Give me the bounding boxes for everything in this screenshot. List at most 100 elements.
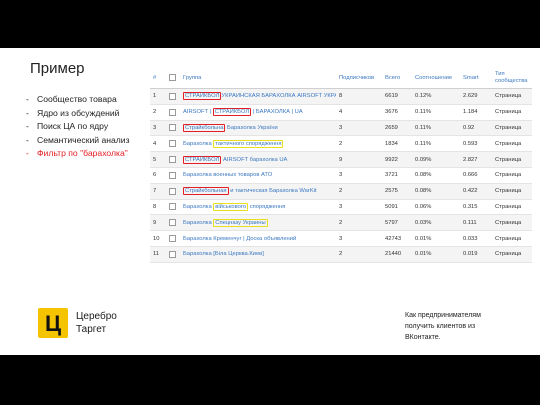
col-header-number[interactable]: # bbox=[150, 68, 166, 89]
cell-group[interactable]: СТРАЙКБОЛ AIRSOFT барахолка UA bbox=[180, 151, 336, 168]
table-row[interactable]: 10 Барахолка Кременчуг | Доска объявлений… bbox=[150, 230, 532, 247]
col-header-group[interactable]: Группа bbox=[180, 68, 336, 89]
col-header-total[interactable]: Всего bbox=[382, 68, 412, 89]
cell-select[interactable] bbox=[166, 246, 180, 263]
cell-number: 11 bbox=[150, 246, 166, 263]
table-row[interactable]: 5 СТРАЙКБОЛ AIRSOFT барахолка UA 9 9922 0.09… bbox=[150, 151, 532, 168]
cell-smart: 0.593 bbox=[460, 135, 492, 153]
cell-type: Страница bbox=[492, 167, 532, 184]
table-row[interactable]: 6 Барахолка военных товаров АТО 3 3721 0.08%… bbox=[150, 167, 532, 184]
cell-subscribers: 2 bbox=[336, 214, 382, 232]
table-row[interactable]: 2 AIRSOFT | СТРАЙКБОЛ | БАРАХОЛКА | UA 4 36… bbox=[150, 104, 532, 121]
col-header-select[interactable] bbox=[166, 68, 180, 89]
bullet-text: Ядро из обсуждений bbox=[37, 107, 120, 118]
cell-number: 5 bbox=[150, 151, 166, 168]
cell-select[interactable] bbox=[166, 214, 180, 232]
cell-total: 1834 bbox=[382, 135, 412, 153]
bullet-text: Семантический анализ bbox=[37, 134, 130, 145]
table-row[interactable]: 9 Барахолка Спецназу Украины 2 5797 0.03% 0.1… bbox=[150, 214, 532, 232]
cell-group[interactable]: Барахолка Кременчуг | Доска объявлений bbox=[180, 230, 336, 247]
cell-select[interactable] bbox=[166, 104, 180, 121]
cell-select[interactable] bbox=[166, 135, 180, 153]
cell-select[interactable] bbox=[166, 167, 180, 184]
bullet-dash: - bbox=[26, 94, 29, 104]
cell-type: Страница bbox=[492, 120, 532, 137]
cell-smart: 1.184 bbox=[460, 104, 492, 121]
cell-type: Страница bbox=[492, 183, 532, 200]
bullet-item: - Ядро из обсуждений bbox=[26, 107, 130, 121]
cell-group[interactable]: Барахолка Спецназу Украины bbox=[180, 214, 336, 232]
table-row[interactable]: 11 Барахолка [Біла Церква.Киев] 2 21440 0.01… bbox=[150, 246, 532, 263]
row-checkbox[interactable] bbox=[169, 156, 176, 164]
cell-group[interactable]: Барахолка тактичного спорядження bbox=[180, 135, 336, 153]
cell-select[interactable] bbox=[166, 88, 180, 105]
table-row[interactable]: 8 Барахолка військового спорядження 3 5091 0… bbox=[150, 199, 532, 216]
group-name-text: Барахолка [Біла Церква.Киев] bbox=[183, 251, 264, 258]
select-all-checkbox[interactable] bbox=[169, 73, 176, 81]
cell-total: 2575 bbox=[382, 183, 412, 200]
keyword-highlight: військового bbox=[213, 202, 249, 211]
cell-type: Страница bbox=[492, 230, 532, 247]
col-header-ratio[interactable]: Соотношение bbox=[412, 68, 460, 89]
row-checkbox[interactable] bbox=[169, 250, 176, 258]
cell-select[interactable] bbox=[166, 230, 180, 247]
col-header-subscribers[interactable]: Подписчиков bbox=[336, 68, 382, 89]
cell-group[interactable]: Страйкбольна Барахолка України bbox=[180, 120, 336, 137]
row-checkbox[interactable] bbox=[169, 235, 176, 243]
col-header-smart[interactable]: Smart bbox=[460, 68, 492, 89]
cell-smart: 2.827 bbox=[460, 151, 492, 168]
row-checkbox[interactable] bbox=[169, 124, 176, 132]
cell-select[interactable] bbox=[166, 199, 180, 216]
row-checkbox[interactable] bbox=[169, 219, 176, 227]
cell-group[interactable]: Барахолка военных товаров АТО bbox=[180, 167, 336, 184]
row-checkbox[interactable] bbox=[169, 140, 176, 148]
row-checkbox[interactable] bbox=[169, 187, 176, 195]
note-line: получить клиентов из bbox=[405, 323, 476, 330]
cell-subscribers: 2 bbox=[336, 183, 382, 200]
bullet-dash: - bbox=[26, 148, 29, 159]
cell-number: 1 bbox=[150, 88, 166, 105]
table-row[interactable]: 3 Страйкбольна Барахолка України 3 2659 0.11… bbox=[150, 120, 532, 137]
cell-ratio: 0.11% bbox=[412, 104, 460, 121]
table-row[interactable]: 1 СТРАЙКБОЛ УКРАИНСКАЯ БАРАХОЛКА AIRSOFT У… bbox=[150, 88, 532, 105]
cell-group[interactable]: Страйкбольная и тактическая Барахолка Wa… bbox=[180, 183, 336, 200]
cell-group[interactable]: AIRSOFT | СТРАЙКБОЛ | БАРАХОЛКА | UA bbox=[180, 104, 336, 121]
group-name-text: Барахолка України bbox=[225, 124, 278, 131]
cell-subscribers: 9 bbox=[336, 151, 382, 168]
cell-number: 2 bbox=[150, 104, 166, 121]
cell-select[interactable] bbox=[166, 183, 180, 200]
row-checkbox[interactable] bbox=[169, 203, 176, 211]
keyword-highlight: СТРАЙКБОЛ bbox=[212, 108, 252, 117]
cell-ratio: 0.08% bbox=[412, 167, 460, 184]
keyword-highlight: Спецназу Украины bbox=[213, 218, 268, 227]
cell-select[interactable] bbox=[166, 151, 180, 168]
page-title: Пример bbox=[30, 60, 85, 77]
table-row[interactable]: 7 Страйкбольная и тактическая Барахолка W… bbox=[150, 183, 532, 200]
bullet-text: Поиск ЦА по ядру bbox=[37, 121, 109, 132]
col-header-type[interactable]: Тип сообщества bbox=[492, 68, 532, 89]
keyword-highlight: СТРАЙКБОЛ bbox=[183, 155, 222, 164]
bullet-dash: - bbox=[26, 121, 29, 132]
row-checkbox[interactable] bbox=[169, 108, 176, 116]
keyword-highlight: тактичного спорядження bbox=[213, 139, 284, 148]
cell-number: 8 bbox=[150, 199, 166, 216]
cell-smart: 0.033 bbox=[460, 230, 492, 247]
cell-subscribers: 3 bbox=[336, 230, 382, 247]
cell-group[interactable]: Барахолка [Біла Церква.Киев] bbox=[180, 246, 336, 263]
cell-smart: 2.629 bbox=[460, 88, 492, 105]
keyword-highlight: СТРАЙКБОЛ bbox=[183, 92, 222, 101]
cell-select[interactable] bbox=[166, 120, 180, 137]
cell-total: 6619 bbox=[382, 88, 412, 105]
cell-group[interactable]: СТРАЙКБОЛ УКРАИНСКАЯ БАРАХОЛКА AIRSOFT УК… bbox=[180, 88, 336, 105]
bullet-list: - Сообщество товара - Ядро из обсуждений -… bbox=[26, 93, 130, 161]
table-row[interactable]: 4 Барахолка тактичного спорядження 2 1834 0.… bbox=[150, 135, 532, 153]
cell-total: 2659 bbox=[382, 120, 412, 137]
cell-group[interactable]: Барахолка військового спорядження bbox=[180, 199, 336, 216]
bullet-item-highlight: - Фильтр по "барахолка" bbox=[26, 147, 130, 161]
cell-type: Страница bbox=[492, 104, 532, 121]
cell-ratio: 0.03% bbox=[412, 214, 460, 232]
brand-line: Таргет bbox=[76, 323, 107, 335]
row-checkbox[interactable] bbox=[169, 92, 176, 100]
cell-total: 3721 bbox=[382, 167, 412, 184]
row-checkbox[interactable] bbox=[169, 171, 176, 179]
